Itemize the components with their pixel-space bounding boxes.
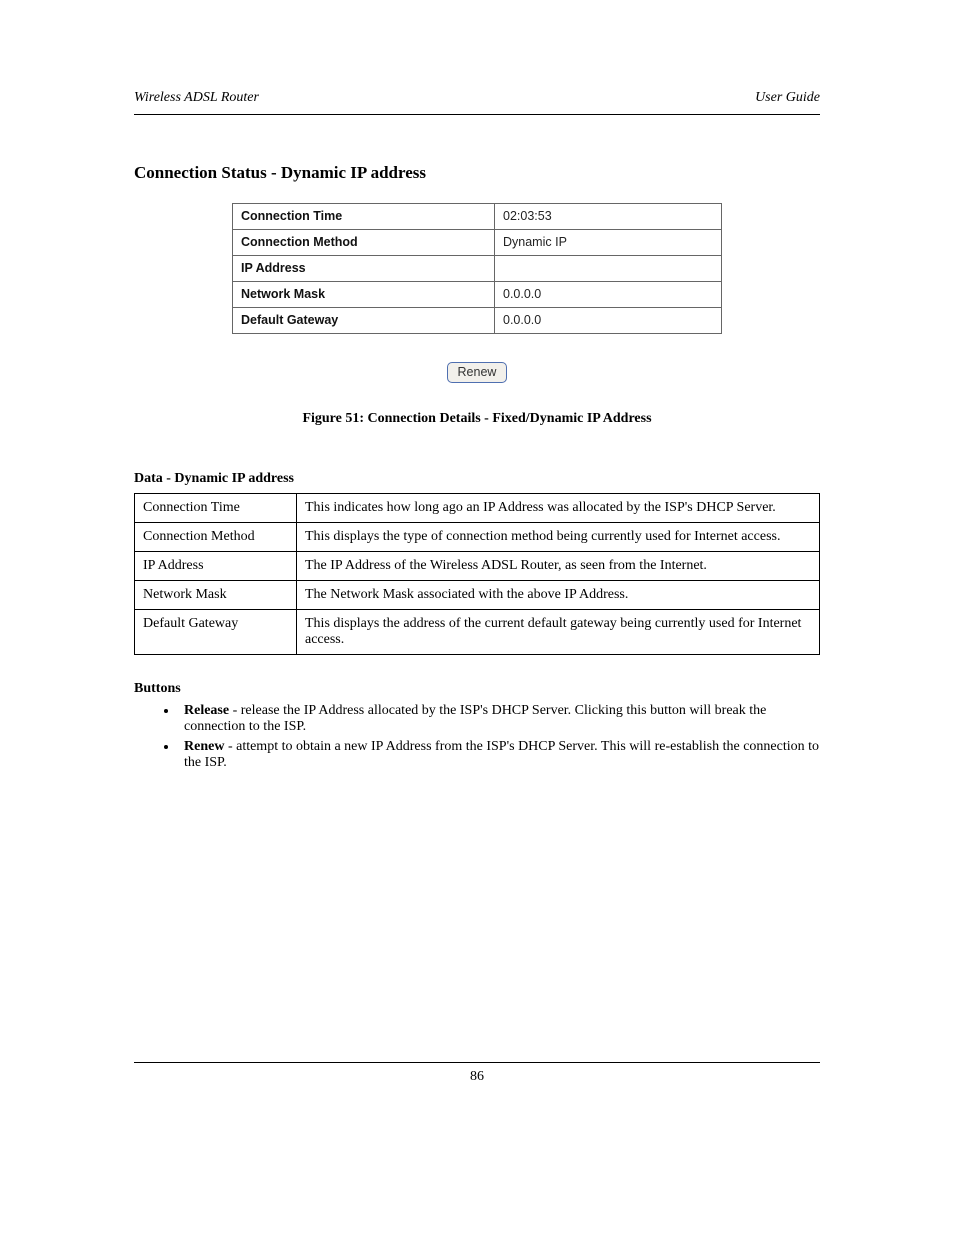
- section-heading: Connection Status - Dynamic IP address: [134, 163, 820, 183]
- status-label-connection-method: Connection Method: [233, 230, 495, 256]
- buttons-heading: Buttons: [134, 681, 820, 697]
- renew-button[interactable]: Renew: [447, 362, 508, 383]
- data-label-ip-address: IP Address: [135, 552, 297, 581]
- data-label-network-mask: Network Mask: [135, 581, 297, 610]
- table-row: Connection Method Dynamic IP: [233, 230, 722, 256]
- data-sub-heading: Data - Dynamic IP address: [134, 471, 820, 487]
- table-row: Connection Time This indicates how long …: [135, 494, 820, 523]
- table-row: Connection Method This displays the type…: [135, 523, 820, 552]
- data-desc-connection-time: This indicates how long ago an IP Addres…: [297, 494, 820, 523]
- status-label-connection-time: Connection Time: [233, 204, 495, 230]
- table-row: IP Address: [233, 256, 722, 282]
- data-label-connection-method: Connection Method: [135, 523, 297, 552]
- status-label-default-gateway: Default Gateway: [233, 308, 495, 334]
- data-label-default-gateway: Default Gateway: [135, 610, 297, 655]
- page-header-line: Wireless ADSL Router User Guide: [134, 90, 820, 115]
- buttons-description-list: Release - release the IP Address allocat…: [134, 703, 820, 771]
- data-desc-default-gateway: This displays the address of the current…: [297, 610, 820, 655]
- header-right: User Guide: [755, 90, 820, 106]
- status-value-connection-method: Dynamic IP: [495, 230, 722, 256]
- bullet-desc-renew: - attempt to obtain a new IP Address fro…: [184, 739, 819, 770]
- status-label-ip-address: IP Address: [233, 256, 495, 282]
- data-desc-network-mask: The Network Mask associated with the abo…: [297, 581, 820, 610]
- bullet-label-release: Release: [184, 703, 229, 718]
- connection-status-table: Connection Time 02:03:53 Connection Meth…: [232, 203, 722, 334]
- data-description-table: Connection Time This indicates how long …: [134, 493, 820, 655]
- header-left: Wireless ADSL Router: [134, 90, 259, 106]
- table-row: Network Mask 0.0.0.0: [233, 282, 722, 308]
- status-value-default-gateway: 0.0.0.0: [495, 308, 722, 334]
- table-row: Network Mask The Network Mask associated…: [135, 581, 820, 610]
- data-desc-connection-method: This displays the type of connection met…: [297, 523, 820, 552]
- bullet-label-renew: Renew: [184, 739, 224, 754]
- table-row: Default Gateway 0.0.0.0: [233, 308, 722, 334]
- data-label-connection-time: Connection Time: [135, 494, 297, 523]
- figure-wrap: Connection Time 02:03:53 Connection Meth…: [134, 203, 820, 427]
- status-value-network-mask: 0.0.0.0: [495, 282, 722, 308]
- bullet-desc-release: - release the IP Address allocated by th…: [184, 703, 766, 734]
- data-desc-ip-address: The IP Address of the Wireless ADSL Rout…: [297, 552, 820, 581]
- page-number: 86: [470, 1069, 484, 1084]
- table-row: Connection Time 02:03:53: [233, 204, 722, 230]
- list-item: Renew - attempt to obtain a new IP Addre…: [178, 739, 820, 771]
- table-row: Default Gateway This displays the addres…: [135, 610, 820, 655]
- renew-button-row: Renew: [447, 362, 508, 383]
- figure-caption: Figure 51: Connection Details - Fixed/Dy…: [302, 411, 651, 427]
- status-value-connection-time: 02:03:53: [495, 204, 722, 230]
- status-label-network-mask: Network Mask: [233, 282, 495, 308]
- page-footer: 86: [134, 1062, 820, 1085]
- table-row: IP Address The IP Address of the Wireles…: [135, 552, 820, 581]
- status-value-ip-address: [495, 256, 722, 282]
- list-item: Release - release the IP Address allocat…: [178, 703, 820, 735]
